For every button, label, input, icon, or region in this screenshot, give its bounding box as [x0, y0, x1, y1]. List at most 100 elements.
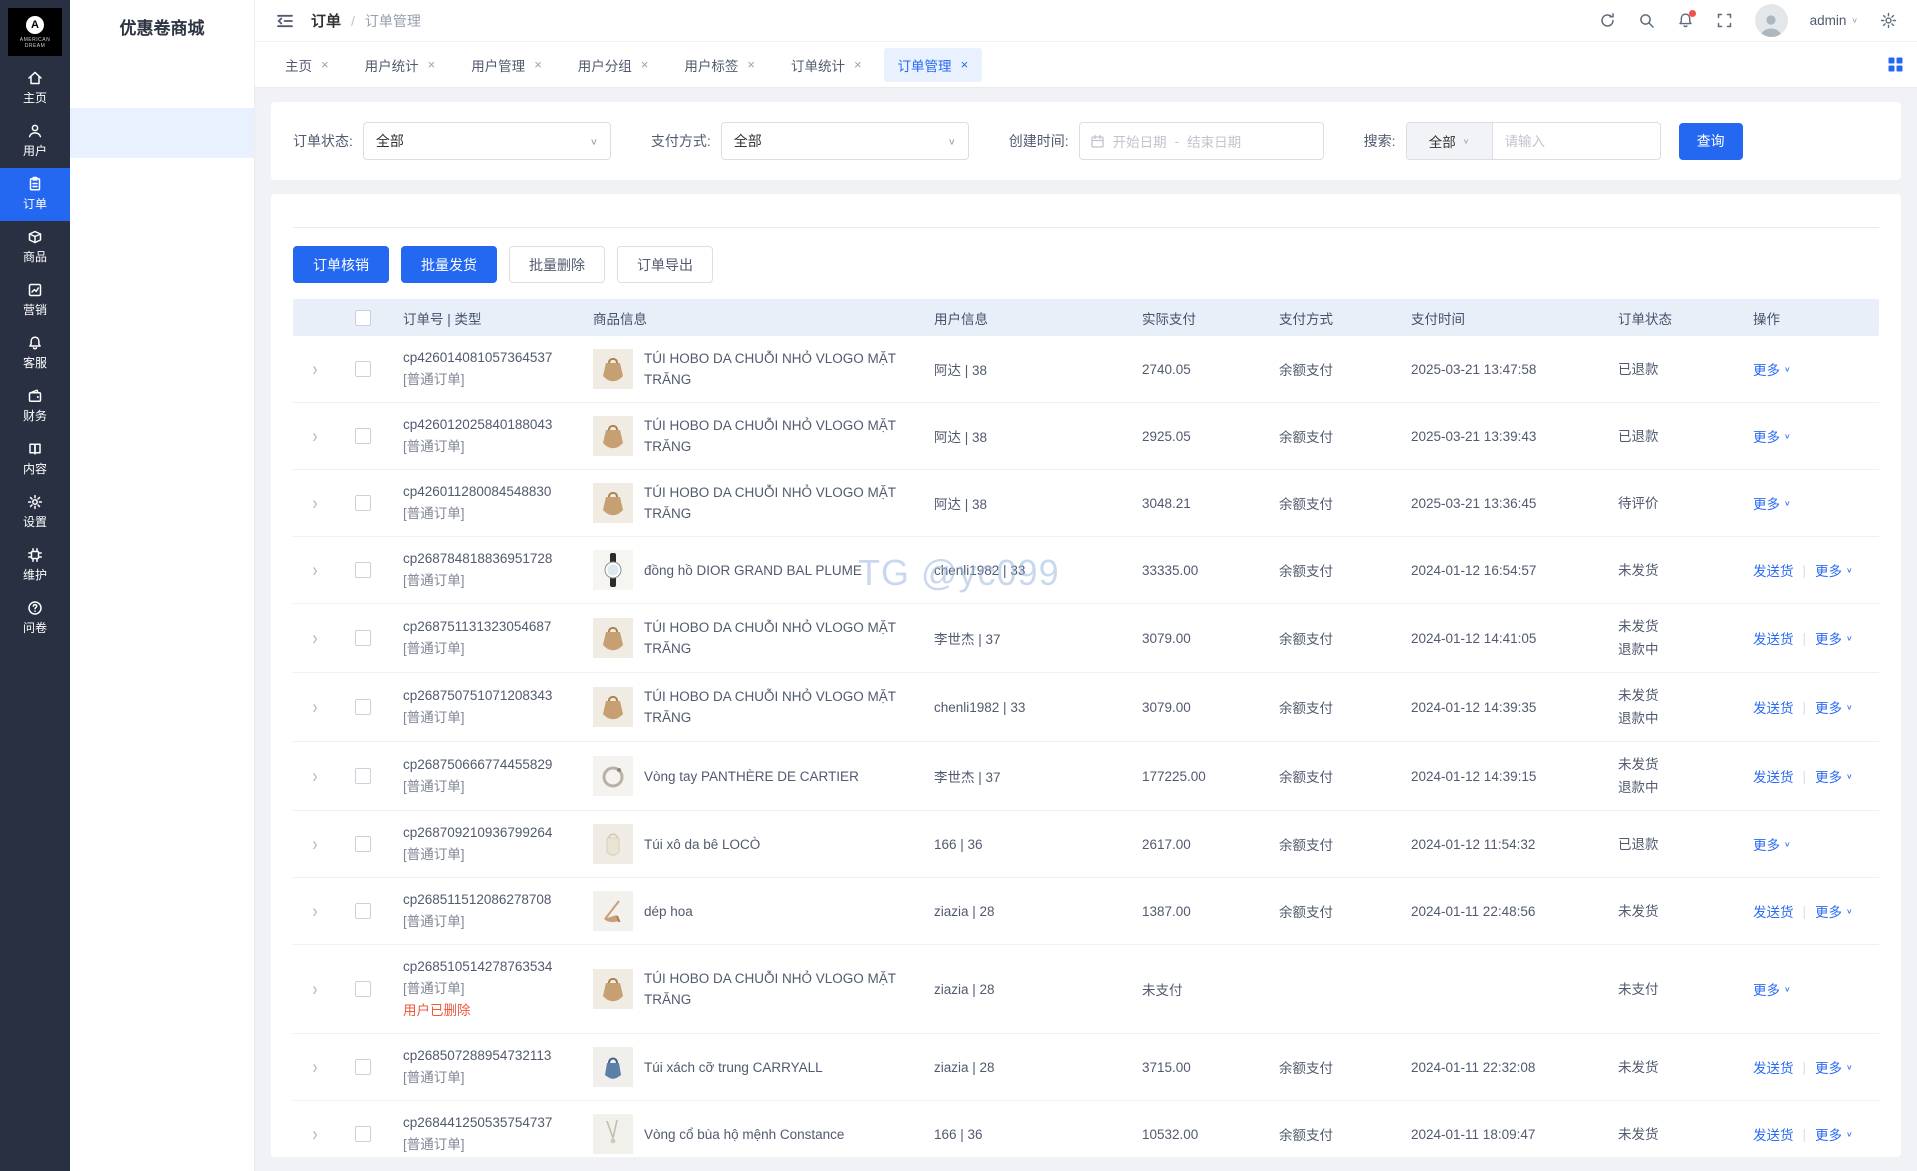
- rail-item[interactable]: 用户: [0, 115, 70, 168]
- page-tab[interactable]: 用户标签 ×: [670, 48, 769, 82]
- more-actions-link[interactable]: 更多 ∨: [1815, 560, 1853, 580]
- select-all-checkbox[interactable]: [355, 309, 371, 326]
- notifications-bell-icon[interactable]: [1677, 10, 1696, 29]
- settings-gear-icon[interactable]: [1880, 12, 1897, 29]
- expand-row-icon[interactable]: ›: [313, 492, 318, 514]
- ship-order-link[interactable]: 发送货: [1753, 766, 1794, 786]
- row-checkbox[interactable]: [355, 1126, 371, 1142]
- username-menu[interactable]: admin ∨: [1810, 13, 1858, 28]
- row-checkbox[interactable]: [355, 428, 371, 444]
- page-tab[interactable]: 用户统计 ×: [351, 48, 450, 82]
- row-checkbox[interactable]: [355, 495, 371, 511]
- batch-delete-button[interactable]: 批量删除: [509, 246, 605, 283]
- col-status: 订单状态: [1618, 311, 1672, 327]
- rail-item[interactable]: 问卷: [0, 592, 70, 645]
- expand-row-icon[interactable]: ›: [313, 833, 318, 855]
- row-checkbox[interactable]: [355, 562, 371, 578]
- sidebar-item[interactable]: [70, 58, 254, 108]
- expand-row-icon[interactable]: ›: [313, 1056, 318, 1078]
- user-avatar[interactable]: [1754, 4, 1788, 37]
- expand-row-icon[interactable]: ›: [313, 978, 318, 1000]
- page-tab[interactable]: 订单管理 ×: [883, 47, 983, 82]
- more-actions-link[interactable]: 更多 ∨: [1753, 834, 1791, 854]
- expand-row-icon[interactable]: ›: [313, 1123, 318, 1145]
- pay-method: 余额支付: [1279, 430, 1333, 445]
- page-tab[interactable]: 主页 ×: [271, 48, 343, 82]
- more-actions-link[interactable]: 更多 ∨: [1815, 1124, 1853, 1144]
- collapse-sidebar-icon[interactable]: [275, 11, 295, 31]
- ship-order-link[interactable]: 发送货: [1753, 901, 1794, 921]
- refresh-icon[interactable]: [1599, 12, 1616, 29]
- row-checkbox[interactable]: [355, 903, 371, 919]
- store-name: 优惠卷商城: [119, 19, 205, 38]
- batch-ship-button[interactable]: 批量发货: [401, 246, 497, 283]
- query-button[interactable]: 查询: [1678, 122, 1743, 160]
- layout-grid-icon[interactable]: [1888, 57, 1903, 72]
- expand-row-icon[interactable]: ›: [313, 425, 318, 447]
- date-range-picker[interactable]: 开始日期 - 结束日期: [1078, 122, 1324, 160]
- more-actions-link[interactable]: 更多 ∨: [1815, 697, 1853, 717]
- fullscreen-icon[interactable]: [1716, 12, 1733, 29]
- page-tab[interactable]: 用户分组 ×: [564, 48, 663, 82]
- rail-item[interactable]: 营销: [0, 274, 70, 327]
- breadcrumb-section[interactable]: 订单: [311, 10, 341, 31]
- pay-method-select[interactable]: 全部 ∨: [720, 122, 969, 160]
- more-actions-link[interactable]: 更多 ∨: [1753, 979, 1791, 999]
- order-type: [普通订单]: [403, 1137, 465, 1152]
- rail-item[interactable]: 财务: [0, 380, 70, 433]
- search-scope-select[interactable]: 全部 ∨: [1406, 123, 1493, 159]
- expand-row-icon[interactable]: ›: [313, 627, 318, 649]
- sidebar-item[interactable]: [70, 158, 254, 208]
- sidebar-item[interactable]: [70, 208, 254, 258]
- more-actions-link[interactable]: 更多 ∨: [1815, 901, 1853, 921]
- expand-row-icon[interactable]: ›: [313, 559, 318, 581]
- row-checkbox[interactable]: [355, 361, 371, 377]
- more-actions-link[interactable]: 更多 ∨: [1815, 1057, 1853, 1077]
- row-checkbox[interactable]: [355, 699, 371, 715]
- rail-item[interactable]: 维护: [0, 539, 70, 592]
- sidebar-item[interactable]: [70, 108, 254, 158]
- search-icon[interactable]: [1638, 12, 1655, 29]
- order-verify-button[interactable]: 订单核销: [293, 246, 389, 283]
- ship-order-link[interactable]: 发送货: [1753, 1124, 1794, 1144]
- more-actions-link[interactable]: 更多 ∨: [1815, 766, 1853, 786]
- order-status-select[interactable]: 全部 ∨: [362, 122, 611, 160]
- rail-item[interactable]: 设置: [0, 486, 70, 539]
- expand-row-icon[interactable]: ›: [313, 358, 318, 380]
- row-checkbox[interactable]: [355, 981, 371, 997]
- tab-close-icon[interactable]: ×: [428, 58, 436, 71]
- row-checkbox[interactable]: [355, 768, 371, 784]
- rail-item[interactable]: 商品: [0, 221, 70, 274]
- more-actions-link[interactable]: 更多 ∨: [1753, 426, 1791, 446]
- tab-close-icon[interactable]: ×: [747, 58, 755, 71]
- brand-logo[interactable]: A AMERICAN DREAM: [8, 8, 62, 56]
- page-tab[interactable]: 订单统计 ×: [777, 48, 876, 82]
- rail-item[interactable]: 主页: [0, 62, 70, 115]
- ship-order-link[interactable]: 发送货: [1753, 628, 1794, 648]
- row-checkbox[interactable]: [355, 630, 371, 646]
- tab-close-icon[interactable]: ×: [534, 58, 542, 71]
- rail-item[interactable]: 客服: [0, 327, 70, 380]
- more-actions-link[interactable]: 更多 ∨: [1815, 628, 1853, 648]
- search-input[interactable]: [1492, 123, 1660, 159]
- pay-method: 余额支付: [1279, 363, 1333, 378]
- page-tab[interactable]: 用户管理 ×: [457, 48, 556, 82]
- expand-row-icon[interactable]: ›: [313, 900, 318, 922]
- tab-close-icon[interactable]: ×: [854, 58, 862, 71]
- tab-close-icon[interactable]: ×: [641, 58, 649, 71]
- more-actions-link[interactable]: 更多 ∨: [1753, 359, 1791, 379]
- ship-order-link[interactable]: 发送货: [1753, 1057, 1794, 1077]
- more-actions-link[interactable]: 更多 ∨: [1753, 493, 1791, 513]
- tab-close-icon[interactable]: ×: [321, 58, 329, 71]
- row-checkbox[interactable]: [355, 836, 371, 852]
- expand-row-icon[interactable]: ›: [313, 696, 318, 718]
- sidebar-item[interactable]: [70, 258, 254, 308]
- rail-item[interactable]: 订单: [0, 168, 70, 221]
- rail-item[interactable]: 内容: [0, 433, 70, 486]
- order-export-button[interactable]: 订单导出: [617, 246, 713, 283]
- ship-order-link[interactable]: 发送货: [1753, 697, 1794, 717]
- ship-order-link[interactable]: 发送货: [1753, 560, 1794, 580]
- tab-close-icon[interactable]: ×: [961, 58, 969, 71]
- expand-row-icon[interactable]: ›: [313, 765, 318, 787]
- row-checkbox[interactable]: [355, 1059, 371, 1075]
